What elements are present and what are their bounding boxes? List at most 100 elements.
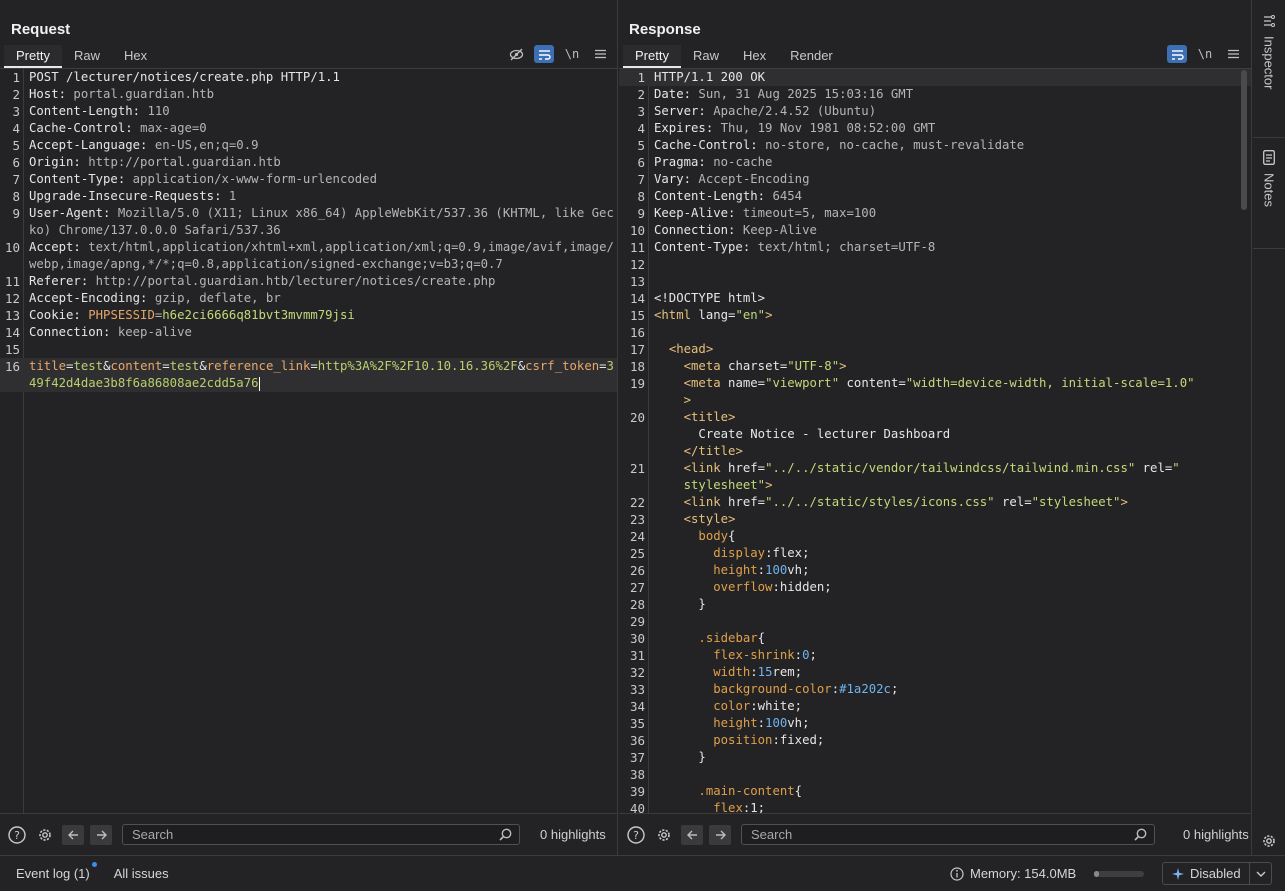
line-number: 22 [629, 495, 645, 510]
response-highlights-count: 0 highlights [1183, 827, 1249, 842]
line-content: Cookie: PHPSESSID=h6e2ci6666q81bvt3mvmm7… [29, 308, 355, 322]
request-line: 7 Content-Type: application/x-www-form-ur… [0, 171, 617, 188]
response-tab-render[interactable]: Render [778, 45, 845, 68]
line-number: 1 [12, 70, 20, 85]
line-content: <meta name="viewport" content="width=dev… [683, 376, 1195, 407]
request-line: 4 Cache-Control: max-age=0 [0, 120, 617, 137]
line-content [24, 341, 29, 358]
response-line: 33 background-color:#1a202c; [619, 681, 1251, 698]
help-icon[interactable]: ? [625, 824, 647, 846]
ai-toggle-label: Disabled [1190, 866, 1241, 881]
response-toolbar: \n [1167, 45, 1243, 63]
text-caret [258, 376, 260, 391]
response-editor[interactable]: 1 HTTP/1.1 200 OK 2 Date: Sun, 31 Aug 2025 … [619, 69, 1251, 813]
response-line: 15 <html lang="en"> [619, 307, 1251, 324]
line-number: 30 [629, 631, 645, 646]
line-number: 35 [629, 716, 645, 731]
line-content: .main-content{ [698, 784, 803, 798]
request-line: 5 Accept-Language: en-US,en;q=0.9 [0, 137, 617, 154]
line-content [649, 766, 654, 783]
line-number: 14 [4, 325, 20, 340]
wrap-lines-button[interactable] [1167, 45, 1187, 63]
line-number: 13 [4, 308, 20, 323]
request-tab-raw[interactable]: Raw [62, 45, 112, 68]
line-content: Accept: text/html,application/xhtml+xml,… [29, 240, 614, 271]
line-content [649, 324, 654, 341]
response-tabs: Pretty Raw Hex Render [623, 45, 845, 68]
help-icon[interactable]: ? [6, 824, 28, 846]
all-issues-button[interactable]: All issues [114, 866, 169, 881]
response-line: 22 <link href="../../static/styles/icons… [619, 494, 1251, 511]
line-content: <!DOCTYPE html> [654, 291, 766, 305]
line-content: <title> Create Notice - lecturer Dashboa… [683, 410, 951, 458]
request-tab-pretty[interactable]: Pretty [4, 45, 62, 68]
line-content: Date: Sun, 31 Aug 2025 15:03:16 GMT [654, 87, 914, 101]
request-line: 8 Upgrade-Insecure-Requests: 1 [0, 188, 617, 205]
response-search-input[interactable] [742, 825, 1154, 844]
line-content: position:fixed; [713, 733, 825, 747]
request-tab-hex[interactable]: Hex [112, 45, 159, 68]
sidebar-tab-notes[interactable]: Notes [1253, 150, 1285, 207]
line-content [649, 273, 654, 290]
hamburger-icon [594, 49, 606, 59]
next-match-button[interactable] [709, 824, 731, 845]
arrow-right-icon [715, 830, 726, 839]
line-content: <link href="../../static/vendor/tailwind… [683, 461, 1180, 492]
line-content: Accept-Language: en-US,en;q=0.9 [29, 138, 259, 152]
line-content: <head> [668, 342, 714, 356]
event-log-button[interactable]: Event log (1) [16, 862, 97, 881]
line-number: 16 [4, 359, 20, 374]
sidebar-tab-inspector[interactable]: Inspector [1253, 14, 1285, 89]
right-sidebar: Inspector Notes [1253, 0, 1285, 855]
line-number: 19 [629, 376, 645, 391]
line-number: 6 [12, 155, 20, 170]
sparkle-icon [1172, 867, 1184, 880]
line-number: 27 [629, 580, 645, 595]
response-tab-raw[interactable]: Raw [681, 45, 731, 68]
request-tabs: Pretty Raw Hex [4, 45, 159, 68]
line-number: 25 [629, 546, 645, 561]
request-line: 16 title=test&content=test&reference_link… [0, 358, 617, 392]
line-number: 24 [629, 529, 645, 544]
response-line: 11 Content-Type: text/html; charset=UTF-8 [619, 239, 1251, 256]
response-tab-pretty[interactable]: Pretty [623, 45, 681, 68]
search-icon [1134, 828, 1147, 844]
previous-match-button[interactable] [62, 824, 84, 845]
newline-toggle-button[interactable]: \n [1195, 45, 1215, 63]
line-content: width:15rem; [713, 665, 803, 679]
line-number: 40 [629, 801, 645, 813]
request-line: 2 Host: portal.guardian.htb [0, 86, 617, 103]
line-content: Content-Length: 6454 [654, 189, 803, 203]
hide-nonprintable-button[interactable] [506, 45, 526, 63]
response-tab-hex[interactable]: Hex [731, 45, 778, 68]
request-search-input[interactable] [123, 825, 519, 844]
line-number: 18 [629, 359, 645, 374]
menu-button[interactable] [1223, 45, 1243, 63]
line-content: Expires: Thu, 19 Nov 1981 08:52:00 GMT [654, 121, 936, 135]
newline-toggle-button[interactable]: \n [562, 45, 582, 63]
response-line: 7 Vary: Accept-Encoding [619, 171, 1251, 188]
response-line: 30 .sidebar{ [619, 630, 1251, 647]
line-number: 2 [637, 87, 645, 102]
ai-toggle-button[interactable]: Disabled [1162, 862, 1272, 885]
previous-match-button[interactable] [681, 824, 703, 845]
line-content: Cache-Control: max-age=0 [29, 121, 207, 135]
line-number: 17 [629, 342, 645, 357]
wrap-lines-button[interactable] [534, 45, 554, 63]
request-line: 11 Referer: http://portal.guardian.htb/le… [0, 273, 617, 290]
response-scrollbar[interactable] [1241, 70, 1247, 210]
line-number: 11 [629, 240, 645, 255]
request-editor[interactable]: 1 POST /lecturer/notices/create.php HTTP/… [0, 69, 617, 813]
chevron-down-icon[interactable] [1249, 863, 1271, 884]
response-search [741, 824, 1155, 845]
settings-gear-icon[interactable] [1258, 830, 1280, 852]
line-content: Content-Type: text/html; charset=UTF-8 [654, 240, 936, 254]
settings-gear-icon[interactable] [34, 824, 56, 846]
settings-gear-icon[interactable] [653, 824, 675, 846]
line-content: Pragma: no-cache [654, 155, 773, 169]
response-line: 37 } [619, 749, 1251, 766]
menu-button[interactable] [590, 45, 610, 63]
next-match-button[interactable] [90, 824, 112, 845]
arrow-right-icon [96, 830, 107, 839]
request-pane: Request Pretty Raw Hex \n 1 POST /lecture… [0, 0, 618, 855]
